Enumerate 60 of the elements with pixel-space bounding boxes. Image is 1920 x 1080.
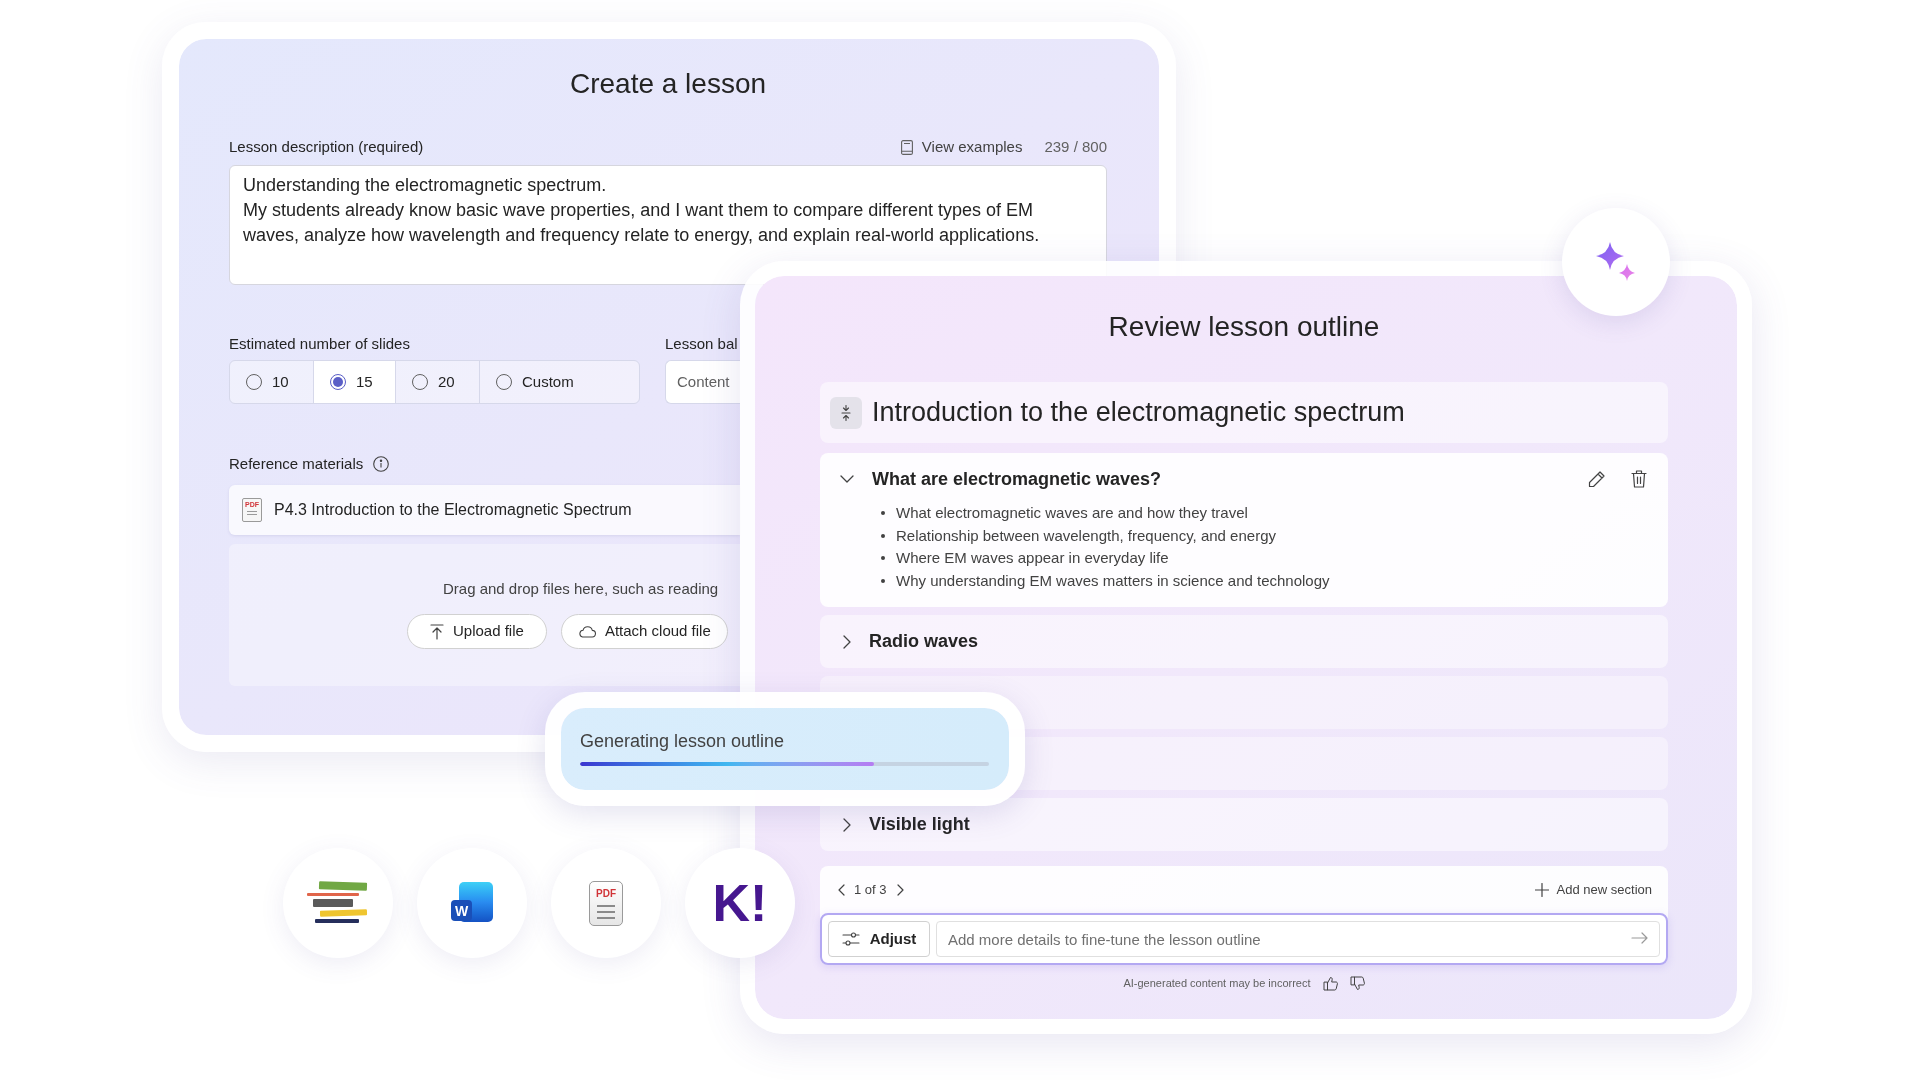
trash-icon[interactable] <box>1631 470 1647 488</box>
letter-w-document-icon: W <box>417 848 527 958</box>
slide-count-option[interactable]: Custom <box>479 361 639 403</box>
plus-icon <box>1534 882 1549 897</box>
book-icon <box>900 139 913 155</box>
field-label: Reference materials <box>229 453 364 474</box>
section-card[interactable] <box>820 453 1668 607</box>
bullet-icon <box>881 556 885 561</box>
field-label: Estimated number of slides <box>229 334 411 354</box>
character-count: 239 / 800 <box>1044 136 1107 157</box>
upload-button[interactable]: Upload file <box>407 614 547 649</box>
add-section-button[interactable]: Add new section <box>1534 879 1652 900</box>
field-label: Lesson description (required) <box>229 136 424 157</box>
section-title: Visible light <box>869 813 970 836</box>
section-card[interactable]: Radio waves <box>820 615 1668 668</box>
chevron-right-icon[interactable] <box>896 883 904 896</box>
drop-hint: Drag and drop files here, such as reading <box>443 579 719 599</box>
lesson-balance-field[interactable]: Content <box>665 360 740 404</box>
chevron-right-icon[interactable] <box>843 634 851 649</box>
section-card[interactable]: Visible light <box>820 798 1668 851</box>
thumbs-up-icon[interactable] <box>1322 975 1338 991</box>
prompt-field[interactable]: Add more details to fine-tune the lesson outline <box>936 921 1660 957</box>
slide-count-option[interactable]: 20 <box>395 361 479 403</box>
letter-k-logo: K! <box>685 848 795 958</box>
file-name: P4.3 Introduction to the Electromagnetic Spectrum <box>274 500 632 520</box>
outline-point: Where EM waves appear in everyday life <box>896 548 1169 568</box>
outline-title: Review lesson outline <box>1108 310 1380 344</box>
view-examples-link[interactable]: View examples <box>900 135 1023 159</box>
chevron-right-icon[interactable] <box>843 817 851 832</box>
pencil-icon[interactable] <box>1588 470 1605 488</box>
outline-point: What electromagnetic waves are and how they travel <box>896 503 1248 523</box>
outline-point: Relationship between wavelength, frequency, and energy <box>896 525 1276 546</box>
info-icon[interactable] <box>373 456 390 472</box>
outline-point: Why understanding EM waves matters in science and technology <box>896 570 1330 591</box>
field-label: Lesson bal <box>665 334 739 354</box>
description-field[interactable]: Understanding the electromagnetic spectrum. My students already know basic wave properties, and I want them to compare different types of EM waves, analyze how wavelength and frequency relate to energy, and explain real-world applications. <box>229 165 1107 285</box>
drop-zone[interactable]: Drag and drop files here, such as reading Upload file Attach cloud file <box>229 544 740 686</box>
upload-icon <box>430 623 444 640</box>
cloud-icon <box>577 625 596 638</box>
attach-button[interactable]: Attach cloud file <box>560 614 728 649</box>
slide-count-option[interactable]: 15 <box>313 361 395 403</box>
adjust-button[interactable]: Adjust <box>828 921 930 957</box>
bullet-icon <box>881 533 885 538</box>
collapse-icon[interactable] <box>830 396 862 429</box>
send-arrow-icon[interactable] <box>1631 932 1648 944</box>
disclaimer-text: AI-generated content may be incorrect <box>1123 975 1311 991</box>
pdf-document-icon: PDF <box>551 848 661 958</box>
chevron-left-icon[interactable] <box>838 883 845 896</box>
bullet-icon <box>881 578 885 583</box>
form-title: Create a lesson <box>569 67 767 101</box>
chevron-down-icon[interactable] <box>840 475 854 483</box>
section-title: Radio waves <box>869 630 979 653</box>
page-indicator: 1 of 3 <box>854 880 887 899</box>
slide-count-option[interactable]: 10 <box>230 361 313 403</box>
sliders-icon <box>841 932 860 946</box>
bullet-icon <box>881 511 885 516</box>
thumbs-down-icon[interactable] <box>1349 975 1365 991</box>
section-title: What are electromagnetic waves? <box>872 467 1162 491</box>
progress-label: Generating lesson outline <box>580 730 786 752</box>
outline-heading: Introduction to the electromagnetic spectrum <box>872 396 1405 430</box>
